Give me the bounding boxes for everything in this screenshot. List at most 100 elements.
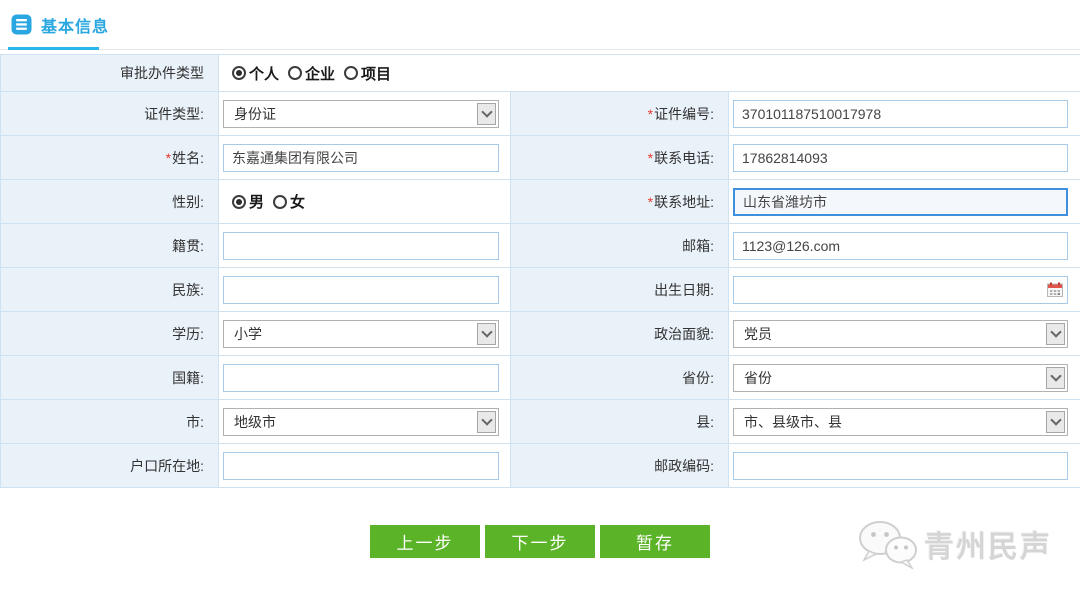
cert-no-label: *证件编号: <box>511 92 729 136</box>
birth-date-input[interactable] <box>733 276 1068 304</box>
required-asterisk: * <box>648 150 653 166</box>
calendar-icon[interactable] <box>1047 282 1063 297</box>
select-value: 身份证 <box>234 104 276 124</box>
nationality-label: 国籍: <box>1 356 219 400</box>
radio-label: 企业 <box>305 63 335 84</box>
postal-code-input[interactable] <box>733 452 1068 480</box>
province-select[interactable]: 省份 <box>733 364 1068 392</box>
chevron-down-icon <box>477 411 496 433</box>
email-cell <box>729 224 1080 268</box>
approval-type-radio-group: 个人 企业 项目 <box>223 63 1080 84</box>
row-ethnicity-birth: 民族: 出生日期: <box>1 268 1080 312</box>
row-education-political: 学历: 小学 政治面貌: 党员 <box>1 312 1080 356</box>
required-asterisk: * <box>648 106 653 122</box>
political-status-cell: 党员 <box>729 312 1080 356</box>
row-household-postal: 户口所在地: 邮政编码: <box>1 444 1080 488</box>
chevron-down-icon <box>1046 411 1065 433</box>
save-draft-button[interactable]: 暂存 <box>600 525 710 558</box>
address-cell <box>729 180 1080 224</box>
political-status-label: 政治面貌: <box>511 312 729 356</box>
county-select[interactable]: 市、县级市、县 <box>733 408 1068 436</box>
ethnicity-cell <box>219 268 511 312</box>
phone-label: *联系电话: <box>511 136 729 180</box>
nationality-input[interactable] <box>223 364 499 392</box>
cert-no-cell <box>729 92 1080 136</box>
birth-date-field <box>733 276 1068 304</box>
county-cell: 市、县级市、县 <box>729 400 1080 444</box>
approval-type-cell: 个人 企业 项目 <box>219 55 1080 92</box>
radio-unselected-icon <box>273 195 287 209</box>
select-value: 地级市 <box>234 412 276 432</box>
select-value: 市、县级市、县 <box>744 412 842 432</box>
name-cell <box>219 136 511 180</box>
nationality-cell <box>219 356 511 400</box>
education-cell: 小学 <box>219 312 511 356</box>
city-cell: 地级市 <box>219 400 511 444</box>
cert-no-input[interactable] <box>733 100 1068 128</box>
radio-label: 项目 <box>361 63 391 84</box>
phone-input[interactable] <box>733 144 1068 172</box>
native-place-label: 籍贯: <box>1 224 219 268</box>
radio-unselected-icon <box>288 66 302 80</box>
postal-code-label: 邮政编码: <box>511 444 729 488</box>
title-underline <box>8 47 99 50</box>
native-place-input[interactable] <box>223 232 499 260</box>
radio-label: 男 <box>249 191 264 212</box>
document-list-icon <box>11 14 32 35</box>
section-header: 基本信息 <box>0 0 1080 50</box>
ethnicity-label: 民族: <box>1 268 219 312</box>
political-status-select[interactable]: 党员 <box>733 320 1068 348</box>
household-location-input[interactable] <box>223 452 499 480</box>
cert-type-label: 证件类型: <box>1 92 219 136</box>
radio-unselected-icon <box>344 66 358 80</box>
next-step-button[interactable]: 下一步 <box>485 525 595 558</box>
radio-option-male[interactable]: 男 <box>232 191 264 212</box>
required-asterisk: * <box>648 194 653 210</box>
gender-label: 性别: <box>1 180 219 224</box>
name-label: *姓名: <box>1 136 219 180</box>
household-location-label: 户口所在地: <box>1 444 219 488</box>
select-value: 党员 <box>744 324 772 344</box>
radio-label: 女 <box>290 191 305 212</box>
required-asterisk: * <box>166 150 171 166</box>
county-label: 县: <box>511 400 729 444</box>
radio-selected-icon <box>232 195 246 209</box>
ethnicity-input[interactable] <box>223 276 499 304</box>
chevron-down-icon <box>477 323 496 345</box>
cert-type-cell: 身份证 <box>219 92 511 136</box>
radio-option-project[interactable]: 项目 <box>344 63 391 84</box>
email-label: 邮箱: <box>511 224 729 268</box>
page-title: 基本信息 <box>41 13 109 37</box>
chevron-down-icon <box>1046 367 1065 389</box>
education-label: 学历: <box>1 312 219 356</box>
radio-selected-icon <box>232 66 246 80</box>
phone-cell <box>729 136 1080 180</box>
email-input[interactable] <box>733 232 1068 260</box>
radio-option-person[interactable]: 个人 <box>232 63 279 84</box>
radio-option-female[interactable]: 女 <box>273 191 305 212</box>
education-select[interactable]: 小学 <box>223 320 499 348</box>
previous-step-button[interactable]: 上一步 <box>370 525 480 558</box>
approval-type-label: 审批办件类型 <box>1 55 219 92</box>
gender-radio-group: 男 女 <box>223 191 510 212</box>
row-cert: 证件类型: 身份证 *证件编号: <box>1 92 1080 136</box>
city-select[interactable]: 地级市 <box>223 408 499 436</box>
select-value: 小学 <box>234 324 262 344</box>
radio-label: 个人 <box>249 63 279 84</box>
chevron-down-icon <box>1046 323 1065 345</box>
province-label: 省份: <box>511 356 729 400</box>
native-place-cell <box>219 224 511 268</box>
row-name-phone: *姓名: *联系电话: <box>1 136 1080 180</box>
basic-info-form: 审批办件类型 个人 企业 项目 证件类型: 身份证 *证件编号: *姓名: *联… <box>0 54 1080 488</box>
cert-type-select[interactable]: 身份证 <box>223 100 499 128</box>
name-input[interactable] <box>223 144 499 172</box>
radio-option-enterprise[interactable]: 企业 <box>288 63 335 84</box>
birth-date-label: 出生日期: <box>511 268 729 312</box>
form-action-bar: 上一步 下一步 暂存 <box>0 525 1080 558</box>
row-gender-address: 性别: 男 女 *联系地址: <box>1 180 1080 224</box>
select-value: 省份 <box>744 368 772 388</box>
chevron-down-icon <box>477 103 496 125</box>
address-input[interactable] <box>733 188 1068 216</box>
row-native-email: 籍贯: 邮箱: <box>1 224 1080 268</box>
row-approval-type: 审批办件类型 个人 企业 项目 <box>1 55 1080 92</box>
